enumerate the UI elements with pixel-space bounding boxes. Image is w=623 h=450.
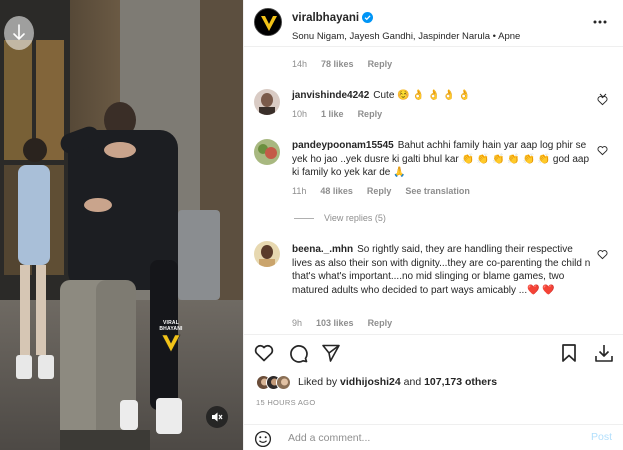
comment-item: janvishinde4242 Cute ☺️ 👌 👌 👌 👌 10h 1 lik…	[244, 87, 623, 127]
see-translation-link[interactable]: See translation	[405, 186, 470, 196]
comment-username[interactable]: pandeypoonam15545	[292, 140, 394, 151]
comment-meta: 9h 103 likes Reply	[292, 318, 392, 328]
comment-meta: 10h 1 like Reply	[292, 109, 382, 119]
more-options-button[interactable]	[592, 14, 608, 30]
likes-count[interactable]: 107,173 others	[424, 376, 497, 388]
audio-attribution[interactable]: Sonu Nigam, Jayesh Gandhi, Jaspinder Nar…	[292, 31, 520, 42]
post-header: viralbhayani Sonu Nigam, Jayesh Gandhi, …	[244, 0, 623, 46]
author-avatar[interactable]	[254, 8, 282, 36]
viral-logo-icon	[255, 9, 281, 35]
post-header-text: viralbhayani Sonu Nigam, Jayesh Gandhi, …	[292, 8, 520, 42]
likes-middle: and	[403, 376, 422, 388]
download-overlay-button[interactable]	[4, 16, 34, 50]
verified-badge-icon	[362, 10, 374, 28]
like-comment-heart-icon[interactable]	[597, 145, 608, 156]
watermark-text: VIRAL BHAYANI	[159, 320, 183, 332]
comment-meta: 11h 48 likes Reply See translation	[292, 186, 470, 196]
heart-icon	[254, 344, 274, 362]
comment-item: pandeypoonam15545 Bahut achhi family hain…	[244, 137, 623, 197]
comment-likes[interactable]: 48 likes	[320, 186, 353, 196]
like-comment-heart-icon[interactable]	[597, 95, 608, 106]
comment-likes[interactable]: 103 likes	[316, 318, 354, 328]
view-replies-button[interactable]: View replies (5)	[294, 213, 386, 223]
comment-username[interactable]: janvishinde4242	[292, 90, 369, 101]
arrow-down-icon	[13, 24, 25, 41]
like-button[interactable]	[253, 342, 275, 364]
save-button[interactable]	[558, 342, 580, 364]
comment-text: Cute ☺️ 👌 👌 👌 👌	[373, 90, 471, 101]
comment-time: 11h	[292, 186, 307, 196]
download-button[interactable]	[593, 342, 615, 364]
smiley-icon[interactable]	[254, 430, 272, 448]
commenter-avatar[interactable]	[254, 139, 280, 165]
post-timestamp[interactable]: 15 HOURS AGO	[256, 398, 315, 407]
comment-meta: 14h 78 likes Reply	[292, 59, 392, 69]
comment-likes[interactable]: 1 like	[321, 109, 344, 119]
speaker-muted-icon	[212, 412, 223, 422]
comment-time: 9h	[292, 318, 303, 328]
ellipsis-icon	[593, 20, 607, 24]
likes-summary: Liked by vidhijoshi24 and 107,173 others	[256, 373, 497, 391]
view-replies-label: View replies (5)	[324, 213, 386, 223]
reply-button[interactable]: Reply	[368, 59, 393, 69]
like-comment-heart-icon[interactable]	[597, 249, 608, 260]
bookmark-icon	[562, 344, 576, 362]
post-details-panel: viralbhayani Sonu Nigam, Jayesh Gandhi, …	[243, 0, 623, 450]
comment-input[interactable]	[288, 429, 568, 447]
add-comment-bar: Post	[244, 424, 623, 450]
replies-divider	[294, 217, 314, 219]
post-media-video[interactable]: VIRAL BHAYANI	[0, 0, 243, 450]
comment-time: 10h	[292, 109, 308, 119]
share-button[interactable]	[320, 342, 342, 364]
mute-toggle-button[interactable]	[206, 406, 228, 428]
watermark: VIRAL BHAYANI	[154, 320, 188, 359]
liker-avatar	[276, 374, 291, 390]
comment-item: beena._.mhn So rightly said, they are han…	[244, 241, 623, 331]
commenter-avatar[interactable]	[254, 89, 280, 115]
comment-time: 14h	[292, 59, 308, 69]
author-username[interactable]: viralbhayani	[292, 12, 359, 24]
comments-list[interactable]: 14h 78 likes Reply janvishinde4242 Cute ☺…	[244, 46, 623, 333]
post-action-bar	[244, 334, 623, 370]
reply-button[interactable]: Reply	[367, 186, 392, 196]
post-comment-button[interactable]: Post	[591, 431, 612, 443]
comment-bubble-icon	[290, 345, 308, 363]
likes-text: Liked by vidhijoshi24 and 107,173 others	[298, 376, 497, 388]
download-icon	[595, 345, 613, 362]
comment-button[interactable]	[287, 342, 309, 364]
paper-plane-icon	[322, 344, 340, 362]
commenter-avatar[interactable]	[254, 241, 280, 267]
video-frame	[0, 0, 243, 450]
liker-username[interactable]: vidhijoshi24	[340, 376, 401, 388]
comment-username[interactable]: beena._.mhn	[292, 244, 353, 255]
reply-button[interactable]: Reply	[368, 318, 393, 328]
comment-likes[interactable]: 78 likes	[321, 59, 354, 69]
likes-prefix: Liked by	[298, 376, 338, 388]
reply-button[interactable]: Reply	[358, 109, 383, 119]
viral-logo-icon	[161, 334, 181, 353]
